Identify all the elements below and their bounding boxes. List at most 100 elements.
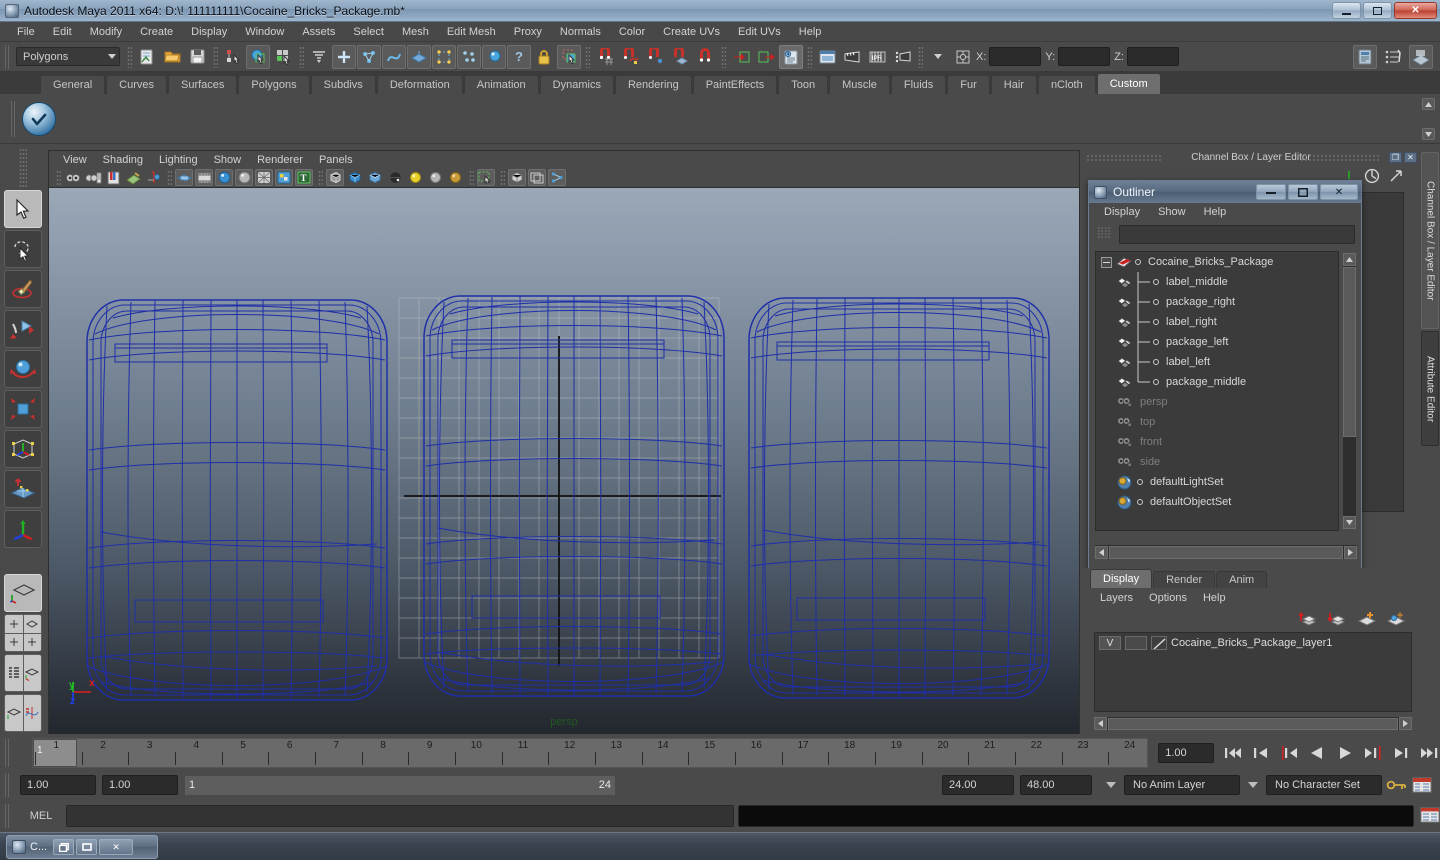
layer-list-horizontal-scrollbar[interactable] xyxy=(1094,717,1412,730)
menu-help[interactable]: Help xyxy=(790,24,831,40)
transform-field-mode-icon[interactable] xyxy=(951,45,975,69)
construction-history-icon[interactable] xyxy=(779,45,803,69)
outliner-maximize-button[interactable] xyxy=(1288,184,1318,200)
select-tool[interactable] xyxy=(4,190,42,228)
menu-modify[interactable]: Modify xyxy=(81,24,131,40)
layer-menu-layers[interactable]: Layers xyxy=(1092,592,1141,604)
shelf-tab-polygons[interactable]: Polygons xyxy=(238,75,309,94)
outliner-minimize-button[interactable] xyxy=(1256,184,1286,200)
step-back-frame-icon[interactable] xyxy=(1278,742,1300,764)
outliner-item-top[interactable]: top xyxy=(1096,412,1338,432)
chevron-down-icon[interactable] xyxy=(1248,782,1258,788)
outliner-item-package_middle[interactable]: package_middle xyxy=(1096,372,1338,392)
output-connections-icon[interactable] xyxy=(754,45,778,69)
select-deformation-icon[interactable] xyxy=(432,45,456,69)
outliner-tree[interactable]: Cocaine_Bricks_Packagelabel_middlepackag… xyxy=(1095,251,1339,531)
outliner-item-label_middle[interactable]: label_middle xyxy=(1096,272,1338,292)
shelf-tab-surfaces[interactable]: Surfaces xyxy=(168,75,237,94)
shelf-gripper[interactable] xyxy=(10,101,18,137)
grid-toggle-icon[interactable] xyxy=(175,169,193,186)
outliner-menu-show[interactable]: Show xyxy=(1149,206,1195,218)
outliner-item-package_right[interactable]: package_right xyxy=(1096,292,1338,312)
shelf-tab-ncloth[interactable]: nCloth xyxy=(1038,75,1096,94)
outliner-item-front[interactable]: front xyxy=(1096,432,1338,452)
select-rendering-icon[interactable] xyxy=(482,45,506,69)
new-layer-from-selected-icon[interactable] xyxy=(1386,610,1406,628)
two-sided-lighting-icon[interactable] xyxy=(406,169,424,186)
use-all-lights-icon[interactable]: T xyxy=(295,169,313,186)
attribute-editor-icon[interactable] xyxy=(1409,45,1433,69)
outliner-scroll-down-icon[interactable] xyxy=(1343,516,1356,529)
select-curve-icon[interactable] xyxy=(382,45,406,69)
outliner-close-button[interactable]: ✕ xyxy=(1320,184,1358,200)
command-line-gripper[interactable] xyxy=(4,804,12,828)
layer-state-toggle[interactable] xyxy=(1125,636,1147,650)
menu-file[interactable]: File xyxy=(8,24,44,40)
new-empty-layer-icon[interactable] xyxy=(1357,610,1377,628)
render-settings-icon[interactable]: IPR xyxy=(865,45,889,69)
render-current-frame-icon[interactable] xyxy=(815,45,839,69)
select-point-icon[interactable] xyxy=(357,45,381,69)
outliner-scroll-up-icon[interactable] xyxy=(1343,253,1356,266)
tool-settings-icon[interactable] xyxy=(1381,45,1405,69)
outliner-item-package_left[interactable]: package_left xyxy=(1096,332,1338,352)
layer-menu-help[interactable]: Help xyxy=(1195,592,1234,604)
layer-scroll-right-icon[interactable] xyxy=(1399,717,1412,730)
shelf-tab-animation[interactable]: Animation xyxy=(464,75,539,94)
layer-editor-tab-display[interactable]: Display xyxy=(1090,569,1152,588)
lasso-tool[interactable] xyxy=(4,230,42,268)
open-scene-icon[interactable] xyxy=(160,45,184,69)
menu-edit[interactable]: Edit xyxy=(44,24,81,40)
step-forward-keyframe-icon[interactable] xyxy=(1390,742,1412,764)
shelf-tab-fur[interactable]: Fur xyxy=(947,75,990,94)
shelf-tab-rendering[interactable]: Rendering xyxy=(615,75,692,94)
select-mask-icon[interactable] xyxy=(307,45,331,69)
taskbar-maximize-button[interactable] xyxy=(76,839,97,855)
mask-display-icon[interactable] xyxy=(528,169,546,186)
arrow-up-right-icon[interactable] xyxy=(1388,168,1404,184)
layer-editor-tab-anim[interactable]: Anim xyxy=(1216,571,1267,588)
playback-range-bar[interactable]: 1 24 xyxy=(184,775,616,796)
dock-close-button[interactable]: ✕ xyxy=(1404,152,1417,163)
rotate-tool[interactable] xyxy=(4,350,42,388)
animation-preferences-icon[interactable] xyxy=(1412,776,1432,794)
textured-mode-icon[interactable] xyxy=(275,169,293,186)
lock-icon[interactable] xyxy=(532,45,556,69)
playback-speed-field[interactable]: 1.00 xyxy=(1158,743,1214,763)
viewport-menu-shading[interactable]: Shading xyxy=(95,153,151,167)
menu-normals[interactable]: Normals xyxy=(551,24,610,40)
film-gate-icon[interactable] xyxy=(195,169,213,186)
outliner-menu-display[interactable]: Display xyxy=(1095,206,1149,218)
shaded-mode-icon[interactable] xyxy=(215,169,233,186)
ipr-render-icon[interactable] xyxy=(840,45,864,69)
play-forwards-icon[interactable] xyxy=(1334,742,1356,764)
minimize-button[interactable] xyxy=(1332,2,1361,19)
chevron-down-icon[interactable] xyxy=(1106,782,1116,788)
viewport-3d-canvas[interactable]: y x z persp xyxy=(49,188,1079,734)
dock-gripper-left[interactable] xyxy=(1086,154,1162,161)
z-coord-field[interactable] xyxy=(1127,47,1179,66)
shelf-tab-curves[interactable]: Curves xyxy=(106,75,167,94)
vertical-tab-attribute-editor[interactable]: Attribute Editor xyxy=(1421,331,1439,446)
single-perspective-layout[interactable] xyxy=(4,574,42,612)
four-view-layout[interactable] xyxy=(4,614,42,652)
toolbar-gripper[interactable] xyxy=(4,45,12,69)
shelf-scroll-down-icon[interactable] xyxy=(1422,128,1435,140)
show-hide-editors-icon[interactable] xyxy=(1353,45,1377,69)
anim-end-field[interactable]: 48.00 xyxy=(1020,775,1092,795)
step-forward-frame-icon[interactable] xyxy=(1362,742,1384,764)
shelf-scroll-controls[interactable] xyxy=(1422,98,1436,140)
menu-select[interactable]: Select xyxy=(344,24,393,40)
anim-start-field[interactable]: 24.00 xyxy=(942,775,1014,795)
range-end-field[interactable]: 1.00 xyxy=(102,775,178,795)
select-surface-icon[interactable] xyxy=(407,45,431,69)
menu-display[interactable]: Display xyxy=(182,24,236,40)
dock-restore-button[interactable]: ❐ xyxy=(1389,152,1402,163)
menu-window[interactable]: Window xyxy=(236,24,293,40)
shelf-tab-general[interactable]: General xyxy=(40,75,105,94)
taskbar-restore-button[interactable] xyxy=(53,839,74,855)
selection-mask-icon[interactable] xyxy=(557,45,581,69)
viewport-menu-view[interactable]: View xyxy=(55,153,95,167)
save-scene-icon[interactable] xyxy=(185,45,209,69)
hypergraph-persp-layout[interactable] xyxy=(4,694,42,732)
